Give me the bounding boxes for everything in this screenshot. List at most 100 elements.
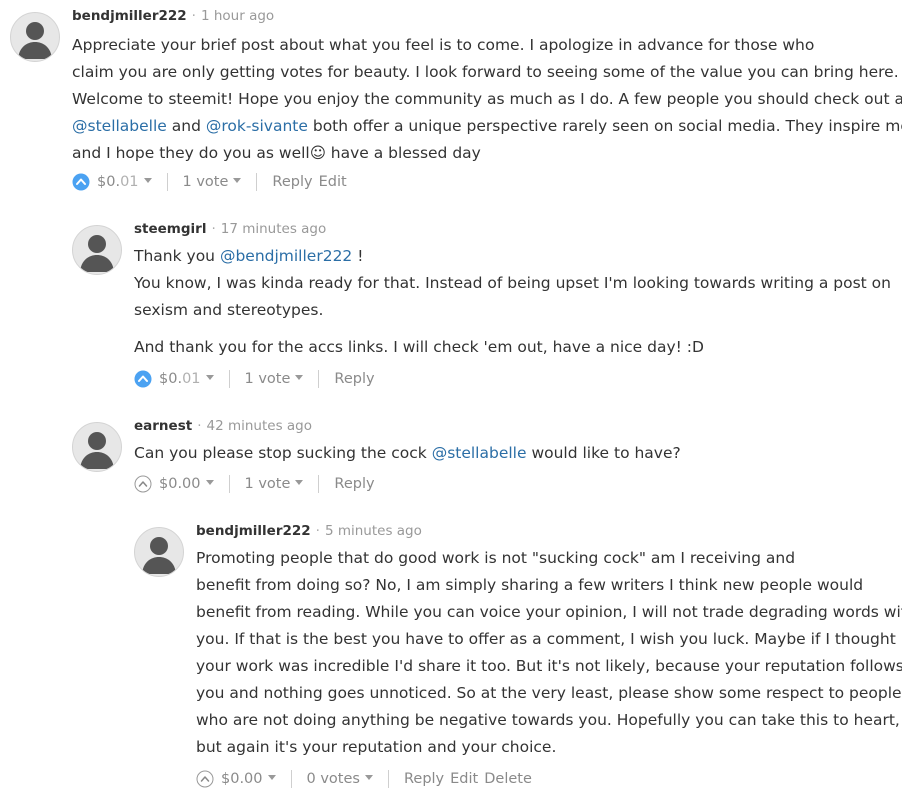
text-segment: sexism and stereotypes. [134, 301, 324, 319]
vote-count: 1 vote [244, 476, 291, 492]
author-name[interactable]: steemgirl [134, 221, 206, 237]
text-segment: who are not doing anything be negative t… [196, 711, 900, 729]
comment-paragraph: Thank you @bendjmiller222 ! You know, I w… [134, 243, 894, 324]
text-line: Appreciate your brief post about what yo… [72, 32, 892, 59]
user-mention-link[interactable]: @stellabelle [432, 444, 527, 462]
caret-down-icon[interactable] [233, 177, 242, 183]
comment-header: earnest · 42 minutes ago [134, 418, 312, 434]
reply-link[interactable]: Reply [334, 371, 374, 387]
caret-down-icon[interactable] [205, 479, 214, 485]
comment-body: Can you please stop sucking the cock @st… [134, 440, 894, 467]
caret-down-icon[interactable] [143, 177, 152, 183]
text-segment: ! [352, 247, 364, 265]
text-segment: your work was incredible I'd share it to… [196, 657, 902, 675]
edit-link[interactable]: Edit [319, 174, 347, 190]
payout-value[interactable]: $0.00 [159, 476, 214, 492]
user-mention-link[interactable]: @bendjmiller222 [220, 247, 352, 265]
user-silhouette-icon [80, 432, 114, 469]
user-mention-link[interactable]: @rok-sivante [206, 117, 308, 135]
avatar[interactable] [134, 527, 184, 577]
caret-down-icon[interactable] [267, 774, 276, 780]
comment-footer: $0.00 0 votes Reply Edit Delete [196, 769, 538, 789]
text-segment: You know, I was kinda ready for that. In… [134, 274, 891, 292]
text-segment: and I hope they do you as well☺ have a b… [72, 144, 481, 162]
divider [290, 770, 292, 788]
text-segment: you. If that is the best you have to off… [196, 630, 896, 648]
upvote-button[interactable] [134, 370, 152, 388]
text-line: Promoting people that do good work is no… [196, 545, 896, 572]
payout-value[interactable]: $0.01 [159, 371, 214, 387]
payout-main: $0. [97, 174, 121, 190]
caret-down-icon[interactable] [295, 479, 304, 485]
text-segment: and [166, 117, 206, 135]
text-line: you. If that is the best you have to off… [196, 626, 896, 653]
text-line: Welcome to steemit! Hope you enjoy the c… [72, 86, 902, 113]
reply-link[interactable]: Reply [404, 771, 444, 787]
text-line: your work was incredible I'd share it to… [196, 653, 902, 680]
author-name[interactable]: earnest [134, 418, 192, 434]
text-line: Can you please stop sucking the cock @st… [134, 440, 894, 467]
chevron-up-circle-icon [196, 770, 214, 788]
payout-main: $0.00 [159, 476, 201, 492]
text-line: benefit from doing so? No, I am simply s… [196, 572, 896, 599]
vote-count-dropdown[interactable]: 1 vote [245, 476, 304, 492]
comment-header: steemgirl · 17 minutes ago [134, 221, 326, 237]
comment-body: Promoting people that do good work is no… [196, 545, 902, 761]
text-line: but again it's your reputation and your … [196, 734, 896, 761]
delete-link[interactable]: Delete [484, 771, 532, 787]
comment-age[interactable]: 5 minutes ago [325, 523, 422, 539]
vote-count: 1 vote [182, 174, 229, 190]
vote-count-dropdown[interactable]: 1 vote [245, 371, 304, 387]
chevron-up-circle-icon [134, 370, 152, 388]
comment-paragraph: And thank you for the accs links. I will… [134, 334, 894, 361]
payout-cents: 01 [120, 174, 139, 190]
divider [387, 770, 389, 788]
vote-count: 1 vote [244, 371, 291, 387]
edit-link[interactable]: Edit [450, 771, 478, 787]
text-segment: Appreciate your brief post about what yo… [72, 36, 815, 54]
text-segment: both offer a unique perspective rarely s… [307, 117, 902, 135]
comment-header: bendjmiller222 · 5 minutes ago [196, 523, 422, 539]
upvote-button[interactable] [134, 475, 152, 493]
upvote-button[interactable] [72, 173, 90, 191]
caret-down-icon[interactable] [205, 374, 214, 380]
divider [228, 370, 230, 388]
payout-main: $0. [159, 371, 183, 387]
avatar[interactable] [72, 225, 122, 275]
reply-link[interactable]: Reply [272, 174, 312, 190]
caret-down-icon[interactable] [295, 374, 304, 380]
divider [228, 475, 230, 493]
separator-dot: · [191, 8, 196, 24]
upvote-button[interactable] [196, 770, 214, 788]
text-segment: you and nothing goes unnoticed. So at th… [196, 684, 902, 702]
avatar[interactable] [72, 422, 122, 472]
comment-age[interactable]: 42 minutes ago [206, 418, 312, 434]
author-name[interactable]: bendjmiller222 [72, 8, 187, 24]
text-segment: claim you are only getting votes for bea… [72, 63, 899, 81]
text-segment: but again it's your reputation and your … [196, 738, 557, 756]
comment-age[interactable]: 17 minutes ago [221, 221, 327, 237]
payout-cents: 01 [182, 371, 201, 387]
author-name[interactable]: bendjmiller222 [196, 523, 311, 539]
text-segment: benefit from reading. While you can voic… [196, 603, 902, 621]
separator-dot: · [315, 523, 320, 539]
caret-down-icon[interactable] [364, 774, 373, 780]
comment-header: bendjmiller222 · 1 hour ago [72, 8, 274, 24]
text-line: benefit from reading. While you can voic… [196, 599, 902, 626]
payout-value[interactable]: $0.01 [97, 174, 152, 190]
user-silhouette-icon [80, 235, 114, 272]
comment-body: Appreciate your brief post about what yo… [72, 32, 902, 167]
text-segment: Can you please stop sucking the cock [134, 444, 432, 462]
payout-value[interactable]: $0.00 [221, 771, 276, 787]
text-segment: would like to have? [526, 444, 681, 462]
reply-link[interactable]: Reply [334, 476, 374, 492]
vote-count-dropdown[interactable]: 1 vote [183, 174, 242, 190]
text-line: You know, I was kinda ready for that. In… [134, 270, 894, 297]
user-mention-link[interactable]: @stellabelle [72, 117, 167, 135]
avatar[interactable] [10, 12, 60, 62]
comment-age[interactable]: 1 hour ago [201, 8, 274, 24]
vote-count-dropdown[interactable]: 0 votes [307, 771, 373, 787]
text-segment: Thank you [134, 247, 220, 265]
separator-dot: · [211, 221, 216, 237]
user-silhouette-icon [142, 537, 176, 574]
